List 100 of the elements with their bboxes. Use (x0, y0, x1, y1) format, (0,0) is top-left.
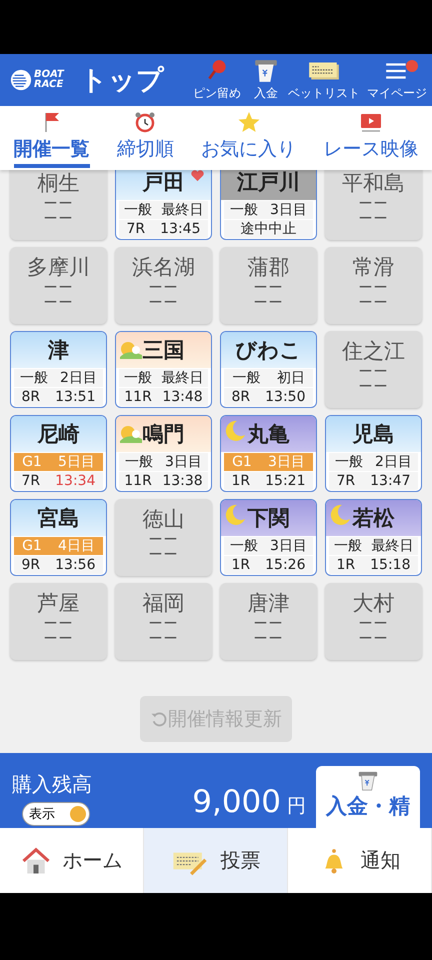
venue-card[interactable]: 戸田 一般 最終日 7R 13:45 (115, 170, 212, 240)
venue-card[interactable]: 福岡 ーー ーー (115, 583, 212, 660)
header-action[interactable]: 入金 (246, 54, 286, 106)
venue-placeholder: ーー (358, 296, 388, 311)
venue-name: 児島 (352, 421, 394, 448)
deposit-button[interactable]: 入金・精 (316, 766, 420, 828)
venue-name: 戸田 (142, 170, 184, 196)
race-day: 3日目 (165, 453, 202, 471)
page-title: トップ (80, 64, 164, 98)
venue-card[interactable]: 下関 一般 3日目 1R 15:26 (220, 499, 317, 576)
boat-race-logo[interactable]: BOAT RACE (10, 69, 68, 91)
header-action[interactable]: マイページ (362, 54, 432, 106)
venue-card[interactable]: 浜名湖 ーー ーー (115, 247, 212, 324)
venue-name: 尼崎 (38, 421, 80, 448)
venue-card[interactable]: 江戸川 一般 3日目 途中中止 (220, 170, 317, 240)
venue-placeholder: ーー (358, 212, 388, 227)
venue-placeholder: ーー (44, 281, 74, 296)
race-number: 11R (124, 473, 152, 489)
venue-name: 若松 (352, 505, 394, 532)
venue-placeholder: ーー (148, 617, 178, 632)
venue-name: 桐生 (38, 170, 80, 197)
race-grade: 一般 (20, 369, 48, 387)
alarm-clock-icon (133, 110, 158, 134)
deadline-time: 15:18 (370, 557, 410, 573)
race-day: 最終日 (161, 201, 204, 219)
race-day: 3日目 (270, 537, 307, 555)
race-day: 2日目 (375, 453, 412, 471)
venue-card[interactable]: 尼崎 G1 5日目 7R 13:34 (10, 415, 107, 492)
venue-card[interactable]: 住之江 ーー ーー (325, 331, 422, 408)
race-grade: 一般 (335, 453, 364, 471)
venue-card[interactable]: 丸亀 G1 3日目 1R 15:21 (220, 415, 317, 492)
venue-name: 多摩川 (27, 254, 90, 281)
venue-card[interactable]: 若松 一般 最終日 1R 15:18 (325, 499, 422, 576)
race-grade: 一般 (125, 453, 154, 471)
venue-name: 福岡 (142, 590, 184, 617)
race-grade: 一般 (232, 369, 260, 387)
venue-placeholder: ーー (44, 632, 74, 647)
venue-placeholder: ーー (44, 197, 74, 212)
venue-placeholder: ーー (148, 281, 178, 296)
deadline-time: 13:50 (265, 389, 306, 405)
deadline-time: 15:26 (265, 557, 306, 573)
nav-item[interactable]: 投票 (144, 828, 288, 893)
venue-name: 鳴門 (142, 421, 184, 448)
race-day: 2日目 (60, 369, 97, 387)
venue-card[interactable]: 唐津 ーー ーー (220, 583, 317, 660)
balance-label: 購入残高 (12, 771, 92, 798)
tab[interactable]: 締切順 (103, 106, 188, 170)
venue-name: 唐津 (248, 590, 290, 617)
venue-placeholder: ーー (148, 533, 178, 548)
race-number: 8R (22, 389, 40, 405)
venue-card[interactable]: 児島 一般 2日目 7R 13:47 (325, 415, 422, 492)
race-number: 11R (124, 389, 152, 405)
show-toggle[interactable]: 表示 (22, 802, 90, 826)
race-number: 7R (336, 473, 356, 489)
venue-name: 江戸川 (237, 170, 300, 196)
race-number: 1R (232, 557, 250, 573)
tab[interactable]: お気に入り (188, 106, 310, 170)
venue-name: 蒲郡 (248, 254, 290, 281)
moon-icon (223, 419, 247, 443)
venue-placeholder: ーー (358, 197, 388, 212)
house-icon (20, 846, 50, 876)
deadline-time: 13:34 (55, 473, 96, 489)
header-action[interactable]: ベットリスト (286, 54, 362, 106)
venue-name: 津 (48, 337, 69, 364)
deadline-time: 13:47 (370, 473, 410, 489)
race-day: 初日 (276, 369, 305, 387)
venue-card[interactable]: 桐生 ーー ーー (10, 170, 107, 240)
venue-name: びわこ (236, 337, 302, 364)
venue-name: 宮島 (38, 505, 80, 532)
venue-placeholder: ーー (254, 296, 284, 311)
venue-card[interactable]: 鳴門 一般 3日目 11R 13:38 (115, 415, 212, 492)
deadline-time: 13:48 (162, 389, 203, 405)
venue-name: 常滑 (352, 254, 394, 281)
race-number: 1R (232, 473, 250, 489)
venue-card[interactable]: 常滑 ーー ーー (325, 247, 422, 324)
venue-card[interactable]: 津 一般 2日目 8R 13:51 (10, 331, 107, 408)
venue-card[interactable]: 平和島 ーー ーー (325, 170, 422, 240)
deadline-time: 13:45 (160, 221, 200, 237)
venue-placeholder: ーー (358, 281, 388, 296)
venue-card[interactable]: 大村 ーー ーー (325, 583, 422, 660)
venue-card[interactable]: 宮島 G1 4日目 9R 13:56 (10, 499, 107, 576)
venue-card[interactable]: 多摩川 ーー ーー (10, 247, 107, 324)
race-grade: 一般 (124, 201, 152, 219)
tab[interactable]: レース映像 (310, 106, 432, 170)
venue-card[interactable]: びわこ 一般 初日 8R 13:50 (220, 331, 317, 408)
header-action[interactable]: ピン留め (188, 54, 246, 106)
venue-name: 平和島 (342, 170, 405, 197)
grade-badge: G1 5日目 (14, 453, 103, 471)
venue-name: 浜名湖 (132, 254, 195, 281)
venue-card[interactable]: 蒲郡 ーー ーー (220, 247, 317, 324)
venue-card[interactable]: 芦屋 ーー ーー (10, 583, 107, 660)
deadline-time: 15:21 (265, 473, 306, 489)
venue-placeholder: ーー (358, 617, 388, 632)
venue-card[interactable]: 徳山 ーー ーー (115, 499, 212, 576)
venue-name: 下関 (248, 505, 290, 532)
race-number: 8R (232, 389, 250, 405)
venue-card[interactable]: 三国 一般 最終日 11R 13:48 (115, 331, 212, 408)
venue-name: 住之江 (342, 338, 405, 365)
race-number: 1R (336, 557, 356, 573)
balance-amount: 9,000 (192, 784, 281, 820)
